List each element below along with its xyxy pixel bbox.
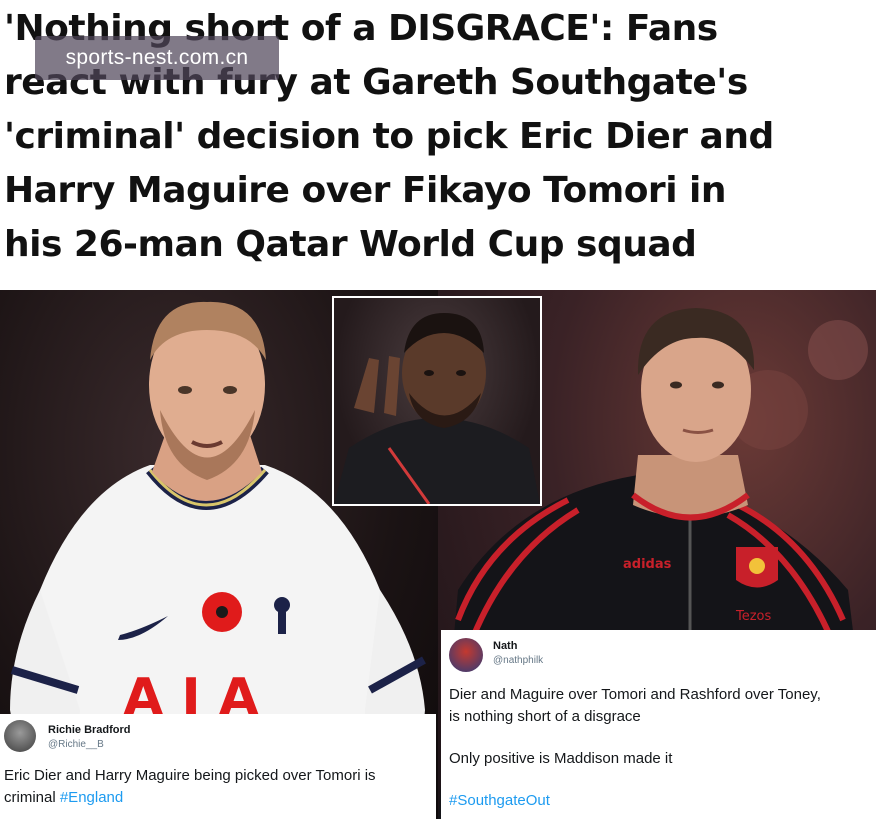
tweet-text: Eric Dier and Harry Maguire being picked… — [4, 765, 434, 809]
tweet-text-line: criminal — [4, 789, 60, 806]
jacket-brand: adidas — [623, 557, 672, 572]
tweet-text-line: Eric Dier and Harry Maguire being picked… — [4, 767, 376, 784]
watermark: sports-nest.com.cn — [35, 36, 279, 80]
tweet-author-handle: @Richie__B — [48, 739, 104, 750]
player-inset-illustration — [334, 313, 540, 504]
tweet-author-name: Nath — [493, 640, 518, 652]
hashtag-link[interactable]: #SouthgateOut — [449, 790, 874, 812]
hashtag-link[interactable]: #England — [60, 789, 123, 806]
tweet-card: Nath @nathphilk Dier and Maguire over To… — [441, 630, 876, 819]
photo-collage: AIA adidas Tezos Richie Bradford @Richie… — [0, 290, 876, 819]
headline-line: 'criminal' decision to pick Eric Dier an… — [4, 116, 774, 157]
jacket-sponsor: Tezos — [735, 609, 772, 624]
tweet-author-name: Richie Bradford — [48, 724, 131, 736]
photo-inset-player — [332, 296, 542, 506]
tweet-text: Dier and Maguire over Tomori and Rashfor… — [449, 684, 874, 812]
tweet-text-line: Only positive is Maddison made it — [449, 750, 673, 767]
tweet-text-line: Dier and Maguire over Tomori and Rashfor… — [449, 686, 821, 703]
tweet-text-line: is nothing short of a disgrace — [449, 708, 641, 725]
avatar — [4, 720, 36, 752]
headline-line: his 26-man Qatar World Cup squad — [4, 224, 697, 265]
avatar — [449, 638, 483, 672]
tweet-author-handle: @nathphilk — [493, 655, 544, 666]
tweet-card: Richie Bradford @Richie__B Eric Dier and… — [0, 714, 436, 819]
headline-line: Harry Maguire over Fikayo Tomori in — [4, 170, 727, 211]
